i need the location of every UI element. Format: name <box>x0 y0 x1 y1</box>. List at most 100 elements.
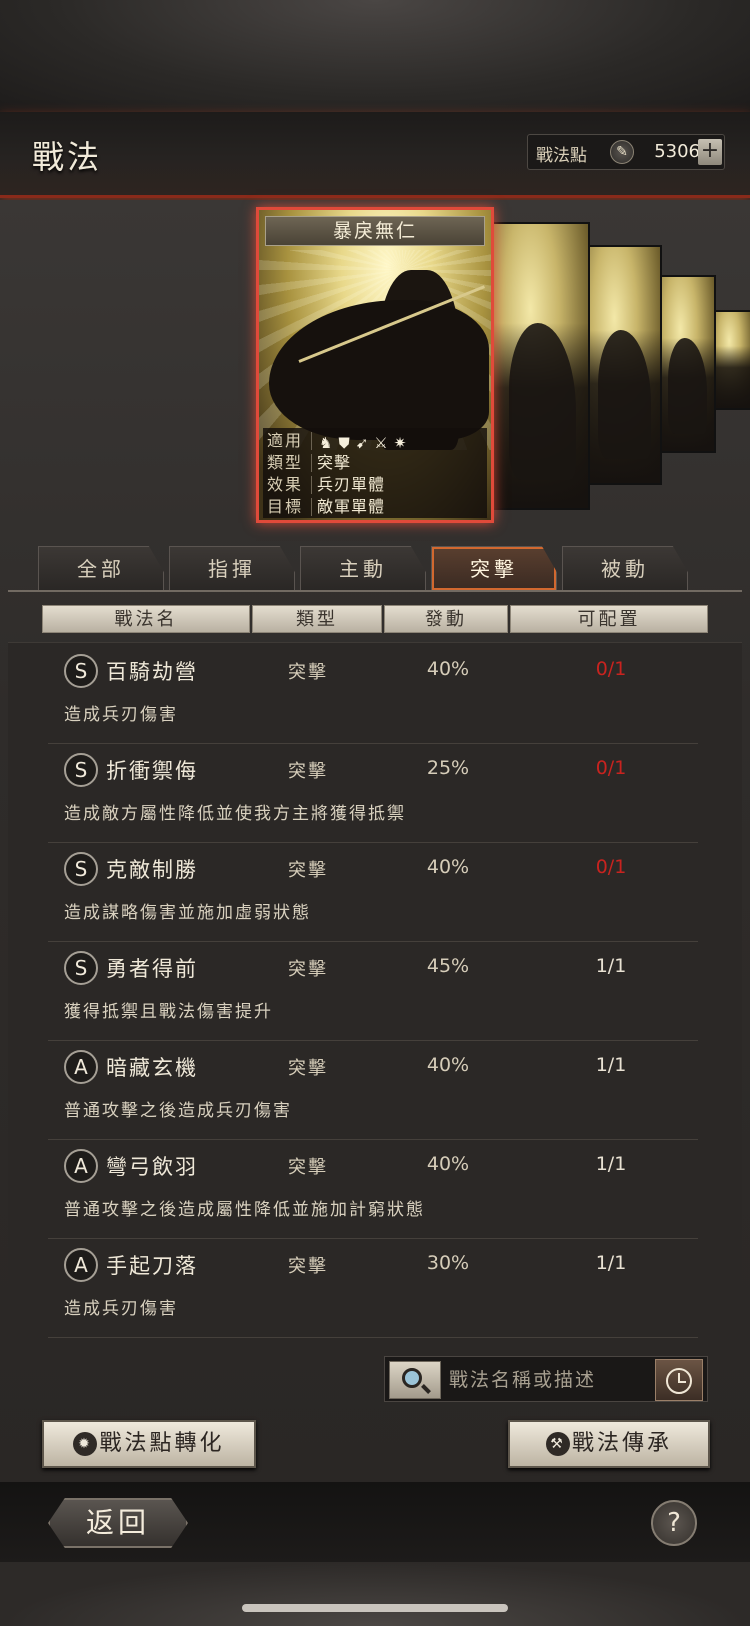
tactic-name: 暗藏玄機 <box>106 1056 198 1080</box>
hammer-icon: ⚒ <box>545 1432 570 1456</box>
tactic-slots: 0/1 <box>595 856 627 878</box>
grade-badge: S <box>64 654 98 688</box>
tactic-description: 獲得抵禦且戰法傷害提升 <box>64 1002 273 1022</box>
tactic-row[interactable]: A 彎弓飲羽 突擊 40% 1/1 普通攻擊之後造成屬性降低並施加計窮狀態 <box>48 1141 698 1239</box>
help-button[interactable]: ? <box>651 1500 697 1546</box>
tactic-rate: 40% <box>426 1054 470 1076</box>
tactic-points-box: 戰法點 ✎ 5306 + <box>527 134 725 170</box>
tactic-card-thumb[interactable] <box>656 275 716 453</box>
info-value: 敵軍單體 <box>317 497 386 516</box>
tactic-row[interactable]: S 百騎劫營 突擊 40% 0/1 造成兵刃傷害 <box>48 646 698 744</box>
info-key: 類型 <box>267 453 304 472</box>
tactic-type: 突擊 <box>288 1058 328 1079</box>
tactic-description: 造成敵方屬性降低並使我方主將獲得抵禦 <box>64 804 406 824</box>
grade-badge: A <box>64 1050 98 1084</box>
card-name: 暴戾無仁 <box>265 216 485 246</box>
tab-assault[interactable]: 突擊 <box>431 546 557 590</box>
spear-icon: ⚔ <box>374 434 394 452</box>
add-points-button[interactable]: + <box>698 139 722 165</box>
tactic-type: 突擊 <box>288 959 328 980</box>
card-info-row: 效果 兵刃單體 <box>263 474 487 496</box>
tactic-rate: 30% <box>426 1252 470 1274</box>
column-header-name[interactable]: 戰法名 <box>42 605 250 633</box>
tactic-name: 折衝禦侮 <box>106 759 198 783</box>
tactic-description: 普通攻擊之後造成兵刃傷害 <box>64 1101 292 1121</box>
tactic-rate: 45% <box>426 955 470 977</box>
search-input[interactable] <box>449 1363 649 1397</box>
tactic-row[interactable]: A 手起刀落 突擊 30% 1/1 造成兵刃傷害 <box>48 1240 698 1338</box>
cavalry-icon: ♞ <box>319 434 339 452</box>
inherit-tactic-button[interactable]: ⚒ 戰法傳承 <box>508 1420 710 1468</box>
page-title: 戰法 <box>32 138 103 176</box>
points-value: 5306 <box>654 141 700 162</box>
top-decor-band <box>0 0 750 112</box>
search-button[interactable] <box>389 1361 441 1399</box>
tab-active[interactable]: 主動 <box>300 546 426 590</box>
tactic-card-thumb[interactable] <box>582 245 662 485</box>
bottom-decor <box>0 1562 750 1626</box>
tactic-row[interactable]: A 暗藏玄機 突擊 40% 1/1 普通攻擊之後造成兵刃傷害 <box>48 1042 698 1140</box>
tactic-slots: 1/1 <box>595 1252 627 1274</box>
grade-badge: S <box>64 951 98 985</box>
tactic-type: 突擊 <box>288 1157 328 1178</box>
card-info-panel: 適用 ♞⛊➹⚔✷ 類型 突擊 效果 兵刃單體 目標 敵軍單體 <box>263 428 487 518</box>
tactic-rate: 40% <box>426 1153 470 1175</box>
tactic-description: 造成兵刃傷害 <box>64 1299 178 1319</box>
home-indicator[interactable] <box>242 1604 508 1612</box>
feather-icon: ✎ <box>610 140 634 164</box>
tactic-type: 突擊 <box>288 860 328 881</box>
history-button[interactable] <box>655 1359 703 1401</box>
tactic-rate: 25% <box>426 757 470 779</box>
flame-icon: ✹ <box>73 1432 98 1456</box>
tactic-row[interactable]: S 折衝禦侮 突擊 25% 0/1 造成敵方屬性降低並使我方主將獲得抵禦 <box>48 745 698 843</box>
wheel-icon: ✷ <box>393 434 413 452</box>
tab-all[interactable]: 全部 <box>38 546 164 590</box>
unit-type-icons: ♞⛊➹⚔✷ <box>319 432 412 454</box>
search-icon <box>402 1368 422 1388</box>
tactic-row[interactable]: S 克敵制勝 突擊 40% 0/1 造成謀略傷害並施加虛弱狀態 <box>48 844 698 942</box>
tactic-rate: 40% <box>426 856 470 878</box>
convert-points-label: 戰法點轉化 <box>99 1431 225 1456</box>
column-header-type[interactable]: 類型 <box>252 605 382 633</box>
info-value: 兵刃單體 <box>317 475 386 494</box>
title-bar: 戰法 戰法點 ✎ 5306 + <box>0 112 750 198</box>
featured-tactic-card[interactable]: 暴戾無仁 適用 ♞⛊➹⚔✷ 類型 突擊 效果 兵刃單體 目標 敵軍單體 <box>256 207 494 523</box>
tactic-description: 造成謀略傷害並施加虛弱狀態 <box>64 903 311 923</box>
column-header-slots[interactable]: 可配置 <box>510 605 708 633</box>
tactic-card-thumb[interactable] <box>712 310 750 410</box>
tactic-slots: 1/1 <box>595 955 627 977</box>
card-info-row: 目標 敵軍單體 <box>263 496 487 518</box>
column-header-rate[interactable]: 發動 <box>384 605 508 633</box>
tactic-slots: 1/1 <box>595 1153 627 1175</box>
tactic-card-thumb[interactable] <box>490 222 590 510</box>
tactic-name: 彎弓飲羽 <box>106 1155 198 1179</box>
tab-divider <box>8 590 742 592</box>
info-key: 效果 <box>267 475 304 494</box>
tactic-description: 造成兵刃傷害 <box>64 705 178 725</box>
tactic-row[interactable]: S 勇者得前 突擊 45% 1/1 獲得抵禦且戰法傷害提升 <box>48 943 698 1041</box>
convert-points-button[interactable]: ✹ 戰法點轉化 <box>42 1420 256 1468</box>
tab-passive[interactable]: 被動 <box>562 546 688 590</box>
tactic-slots: 0/1 <box>595 757 627 779</box>
back-button[interactable]: 返回 <box>48 1498 188 1548</box>
bottom-bar: 返回 ? <box>0 1482 750 1562</box>
tactic-type: 突擊 <box>288 662 328 683</box>
grade-badge: A <box>64 1248 98 1282</box>
tactic-rate: 40% <box>426 658 470 680</box>
card-info-row: 適用 ♞⛊➹⚔✷ <box>263 430 487 452</box>
grade-badge: A <box>64 1149 98 1183</box>
points-label: 戰法點 <box>536 146 587 166</box>
tactic-name: 克敵制勝 <box>106 858 198 882</box>
tactic-description: 普通攻擊之後造成屬性降低並施加計窮狀態 <box>64 1200 425 1220</box>
grade-badge: S <box>64 753 98 787</box>
tab-command[interactable]: 指揮 <box>169 546 295 590</box>
inherit-tactic-label: 戰法傳承 <box>571 1431 672 1456</box>
info-key: 適用 <box>267 431 304 450</box>
tactic-type: 突擊 <box>288 761 328 782</box>
search-bar <box>384 1356 708 1402</box>
tactic-name: 勇者得前 <box>106 957 198 981</box>
bow-icon: ➹ <box>355 434 375 452</box>
tactic-name: 百騎劫營 <box>106 660 198 684</box>
tactic-type: 突擊 <box>288 1256 328 1277</box>
grade-badge: S <box>64 852 98 886</box>
